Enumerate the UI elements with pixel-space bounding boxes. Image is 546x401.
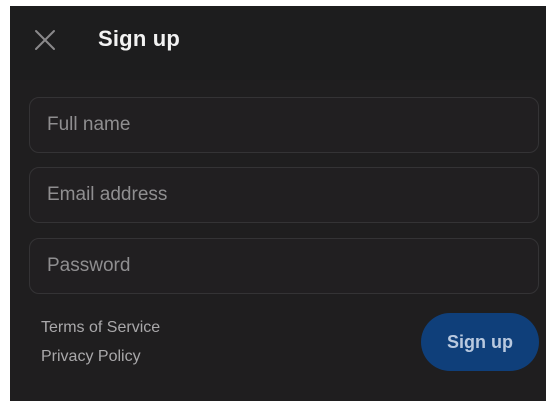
signup-dialog: Sign up Terms of Service Privacy Policy … (10, 6, 546, 401)
privacy-policy-link[interactable]: Privacy Policy (41, 348, 141, 366)
email-input[interactable] (30, 168, 538, 222)
full-name-field[interactable] (29, 97, 539, 153)
email-field[interactable] (29, 167, 539, 223)
password-field[interactable] (29, 238, 539, 294)
dialog-header: Sign up (10, 6, 546, 80)
password-input[interactable] (30, 239, 538, 293)
full-name-input[interactable] (30, 98, 538, 152)
dialog-title: Sign up (98, 26, 181, 51)
terms-of-service-link[interactable]: Terms of Service (41, 319, 160, 337)
sign-up-button[interactable]: Sign up (421, 313, 539, 371)
close-icon-glyph (35, 30, 55, 50)
close-icon[interactable] (33, 28, 57, 52)
